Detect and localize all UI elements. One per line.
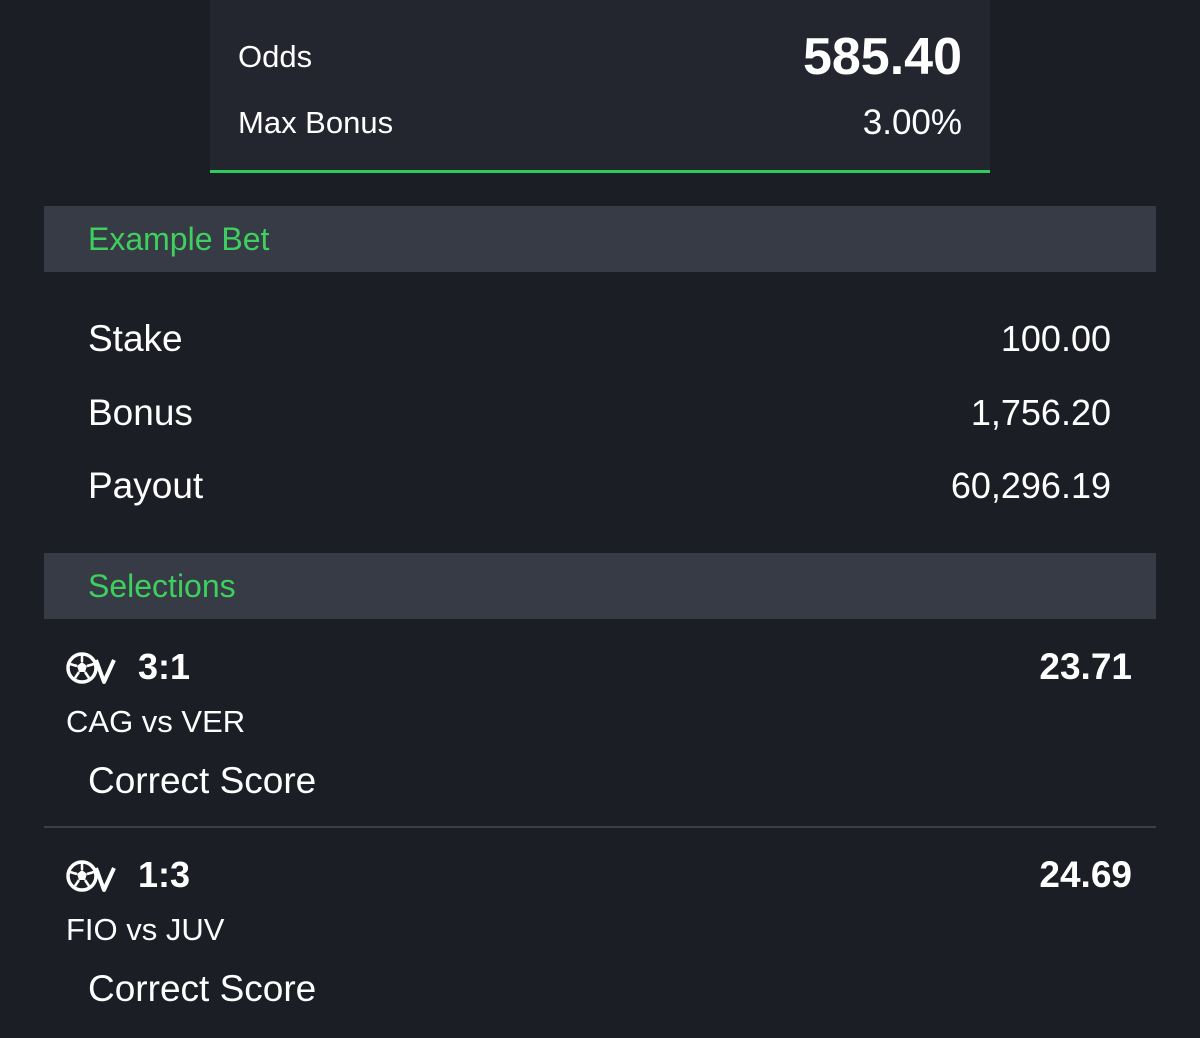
max-bonus-value: 3.00%: [862, 103, 962, 142]
selection-top-row: 1:3 24.69: [66, 852, 1132, 898]
selection-match: FIO vs JUV: [66, 912, 225, 947]
virtual-football-icon: [66, 646, 118, 688]
bonus-value: 1,756.20: [970, 392, 1111, 433]
selection-market: Correct Score: [88, 968, 317, 1009]
stake-label: Stake: [88, 318, 183, 359]
selection-item[interactable]: 1:3 24.69 FIO vs JUV Correct Score: [44, 828, 1156, 1038]
selection-left: 1:3: [66, 854, 190, 896]
selection-match: CAG vs VER: [66, 704, 246, 739]
selection-item[interactable]: 3:1 23.71 CAG vs VER Correct Score: [44, 620, 1156, 828]
bonus-row: Bonus 1,756.20: [88, 385, 1111, 441]
stake-value: 100.00: [1000, 318, 1111, 359]
virtual-football-icon: [66, 854, 118, 896]
payout-row: Payout 60,296.19: [88, 458, 1111, 514]
selection-top-row: 3:1 23.71: [66, 644, 1132, 690]
max-bonus-row: Max Bonus 3.00%: [238, 95, 962, 151]
payout-value: 60,296.19: [950, 465, 1111, 506]
bet-details-page: Odds 585.40 Max Bonus 3.00% Example Bet …: [0, 0, 1200, 1038]
bonus-label: Bonus: [88, 392, 193, 433]
example-bet-header: Example Bet: [44, 206, 1156, 272]
odds-value: 585.40: [802, 28, 962, 86]
odds-row: Odds 585.40: [238, 22, 962, 92]
selection-score: 3:1: [138, 646, 191, 687]
max-bonus-label: Max Bonus: [238, 105, 394, 140]
odds-label: Odds: [238, 39, 313, 74]
selection-score: 1:3: [138, 854, 191, 895]
selection-left: 3:1: [66, 646, 190, 688]
selections-header: Selections: [44, 553, 1156, 619]
odds-summary-card: Odds 585.40 Max Bonus 3.00%: [210, 0, 990, 173]
selection-odds: 23.71: [1039, 646, 1132, 687]
selections-title: Selections: [88, 567, 236, 604]
payout-label: Payout: [88, 465, 204, 506]
stake-row: Stake 100.00: [88, 311, 1111, 367]
example-bet-title: Example Bet: [88, 220, 270, 257]
selection-market: Correct Score: [88, 760, 317, 801]
selection-odds: 24.69: [1039, 854, 1132, 895]
